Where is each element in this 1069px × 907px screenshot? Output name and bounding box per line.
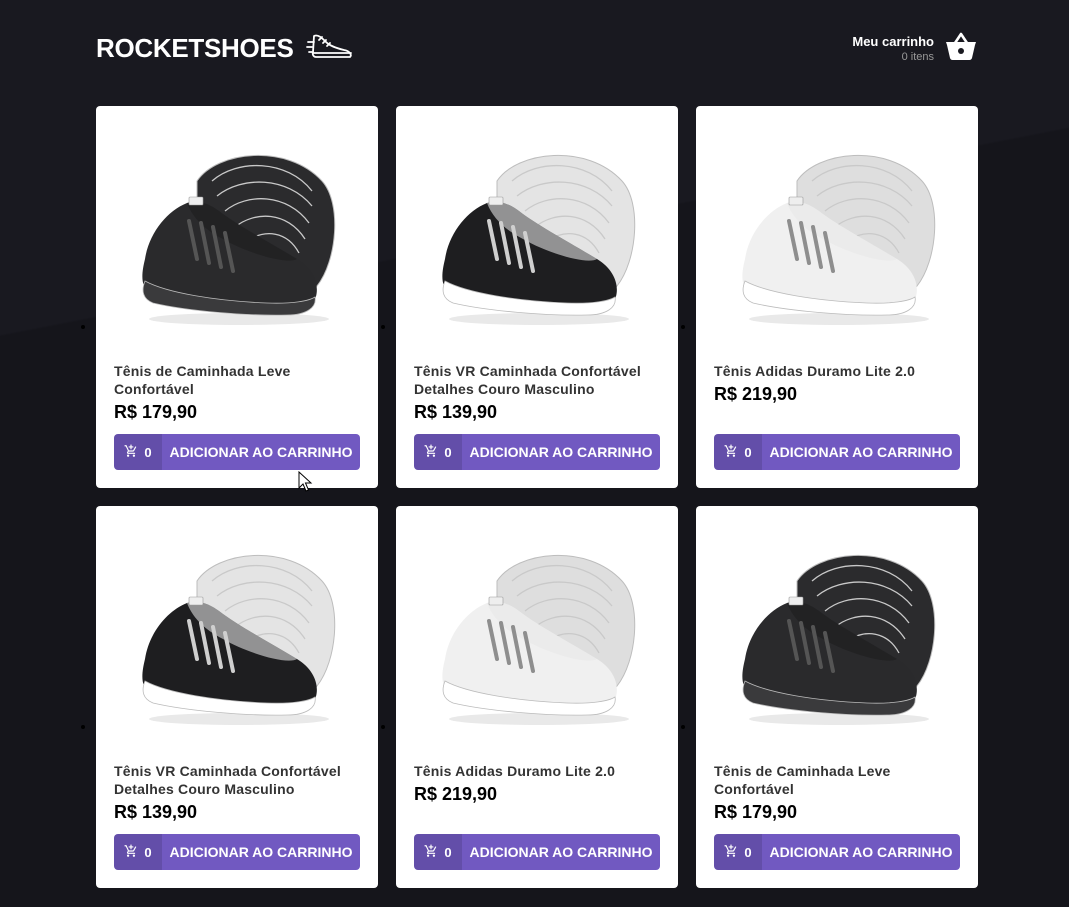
product-card: Tênis VR Caminhada Confortável Detalhes …	[96, 506, 378, 888]
cart-amount-box: 0	[414, 434, 462, 470]
add-to-cart-label: ADICIONAR AO CARRINHO	[169, 844, 353, 860]
product-title: Tênis Adidas Duramo Lite 2.0	[714, 363, 916, 379]
mouse-cursor-icon	[298, 470, 314, 498]
add-to-cart-button[interactable]: 0 ADICIONAR AO CARRINHO	[414, 434, 660, 470]
add-to-cart-button[interactable]: 0 ADICIONAR AO CARRINHO	[114, 834, 360, 870]
product-image	[714, 526, 960, 746]
product-image	[414, 126, 660, 346]
cart-amount-box: 0	[714, 834, 762, 870]
cart-amount: 0	[144, 444, 152, 460]
add-to-cart-button[interactable]: 0 ADICIONAR AO CARRINHO	[714, 434, 960, 470]
add-shopping-cart-icon	[124, 444, 138, 461]
product-card: Tênis de Caminhada Leve Confortável R$ 1…	[96, 106, 378, 488]
logo-link[interactable]: ROCKETSHOES	[96, 28, 354, 69]
product-card: Tênis Adidas Duramo Lite 2.0 R$ 219,90 0…	[396, 506, 678, 888]
cart-amount-box: 0	[714, 434, 762, 470]
app-container: ROCKETSHOES Meu carrinho 0 itens • Tênis…	[0, 0, 1069, 907]
cart-amount-box: 0	[414, 834, 462, 870]
cart-amount: 0	[144, 844, 152, 860]
basket-icon	[944, 31, 978, 66]
product-price: R$ 219,90	[714, 384, 798, 404]
add-to-cart-label: ADICIONAR AO CARRINHO	[469, 444, 653, 460]
cart-amount: 0	[444, 844, 452, 860]
add-to-cart-button[interactable]: 0 ADICIONAR AO CARRINHO	[714, 834, 960, 870]
product-title: Tênis VR Caminhada Confortável Detalhes …	[114, 763, 341, 797]
add-to-cart-label: ADICIONAR AO CARRINHO	[769, 444, 953, 460]
product-image	[114, 126, 360, 346]
product-image	[114, 526, 360, 746]
logo-text: ROCKETSHOES	[96, 32, 294, 63]
cart-amount: 0	[744, 444, 752, 460]
add-to-cart-button[interactable]: 0 ADICIONAR AO CARRINHO	[114, 434, 360, 470]
cart-link[interactable]: Meu carrinho 0 itens	[852, 31, 978, 66]
add-shopping-cart-icon	[124, 844, 138, 861]
product-card: Tênis VR Caminhada Confortável Detalhes …	[396, 106, 678, 488]
add-shopping-cart-icon	[724, 844, 738, 861]
product-price: R$ 179,90	[714, 802, 798, 822]
product-title: Tênis de Caminhada Leve Confortável	[714, 763, 891, 797]
cart-item-count: 0 itens	[901, 50, 934, 63]
product-price: R$ 179,90	[114, 402, 198, 422]
product-price: R$ 219,90	[414, 784, 498, 804]
add-to-cart-label: ADICIONAR AO CARRINHO	[469, 844, 653, 860]
add-shopping-cart-icon	[724, 444, 738, 461]
add-to-cart-button[interactable]: 0 ADICIONAR AO CARRINHO	[414, 834, 660, 870]
cart-amount-box: 0	[114, 434, 162, 470]
add-shopping-cart-icon	[424, 844, 438, 861]
product-title: Tênis VR Caminhada Confortável Detalhes …	[414, 363, 641, 397]
product-price: R$ 139,90	[414, 402, 498, 422]
cart-amount: 0	[444, 444, 452, 460]
product-image	[414, 526, 660, 746]
add-to-cart-label: ADICIONAR AO CARRINHO	[169, 444, 353, 460]
sneaker-icon	[305, 28, 354, 69]
product-price: R$ 139,90	[114, 802, 198, 822]
cart-amount: 0	[744, 844, 752, 860]
product-image	[714, 126, 960, 346]
product-title: Tênis Adidas Duramo Lite 2.0	[414, 763, 616, 779]
add-shopping-cart-icon	[424, 444, 438, 461]
product-title: Tênis de Caminhada Leve Confortável	[114, 363, 291, 397]
cart-title: Meu carrinho	[852, 33, 934, 49]
cart-info: Meu carrinho 0 itens	[852, 34, 934, 63]
header: ROCKETSHOES Meu carrinho 0 itens	[96, 20, 978, 76]
product-card: Tênis de Caminhada Leve Confortável R$ 1…	[696, 506, 978, 888]
product-list: Tênis de Caminhada Leve Confortável R$ 1…	[96, 106, 978, 888]
product-card: Tênis Adidas Duramo Lite 2.0 R$ 219,90 0…	[696, 106, 978, 488]
add-to-cart-label: ADICIONAR AO CARRINHO	[769, 844, 953, 860]
cart-amount-box: 0	[114, 834, 162, 870]
